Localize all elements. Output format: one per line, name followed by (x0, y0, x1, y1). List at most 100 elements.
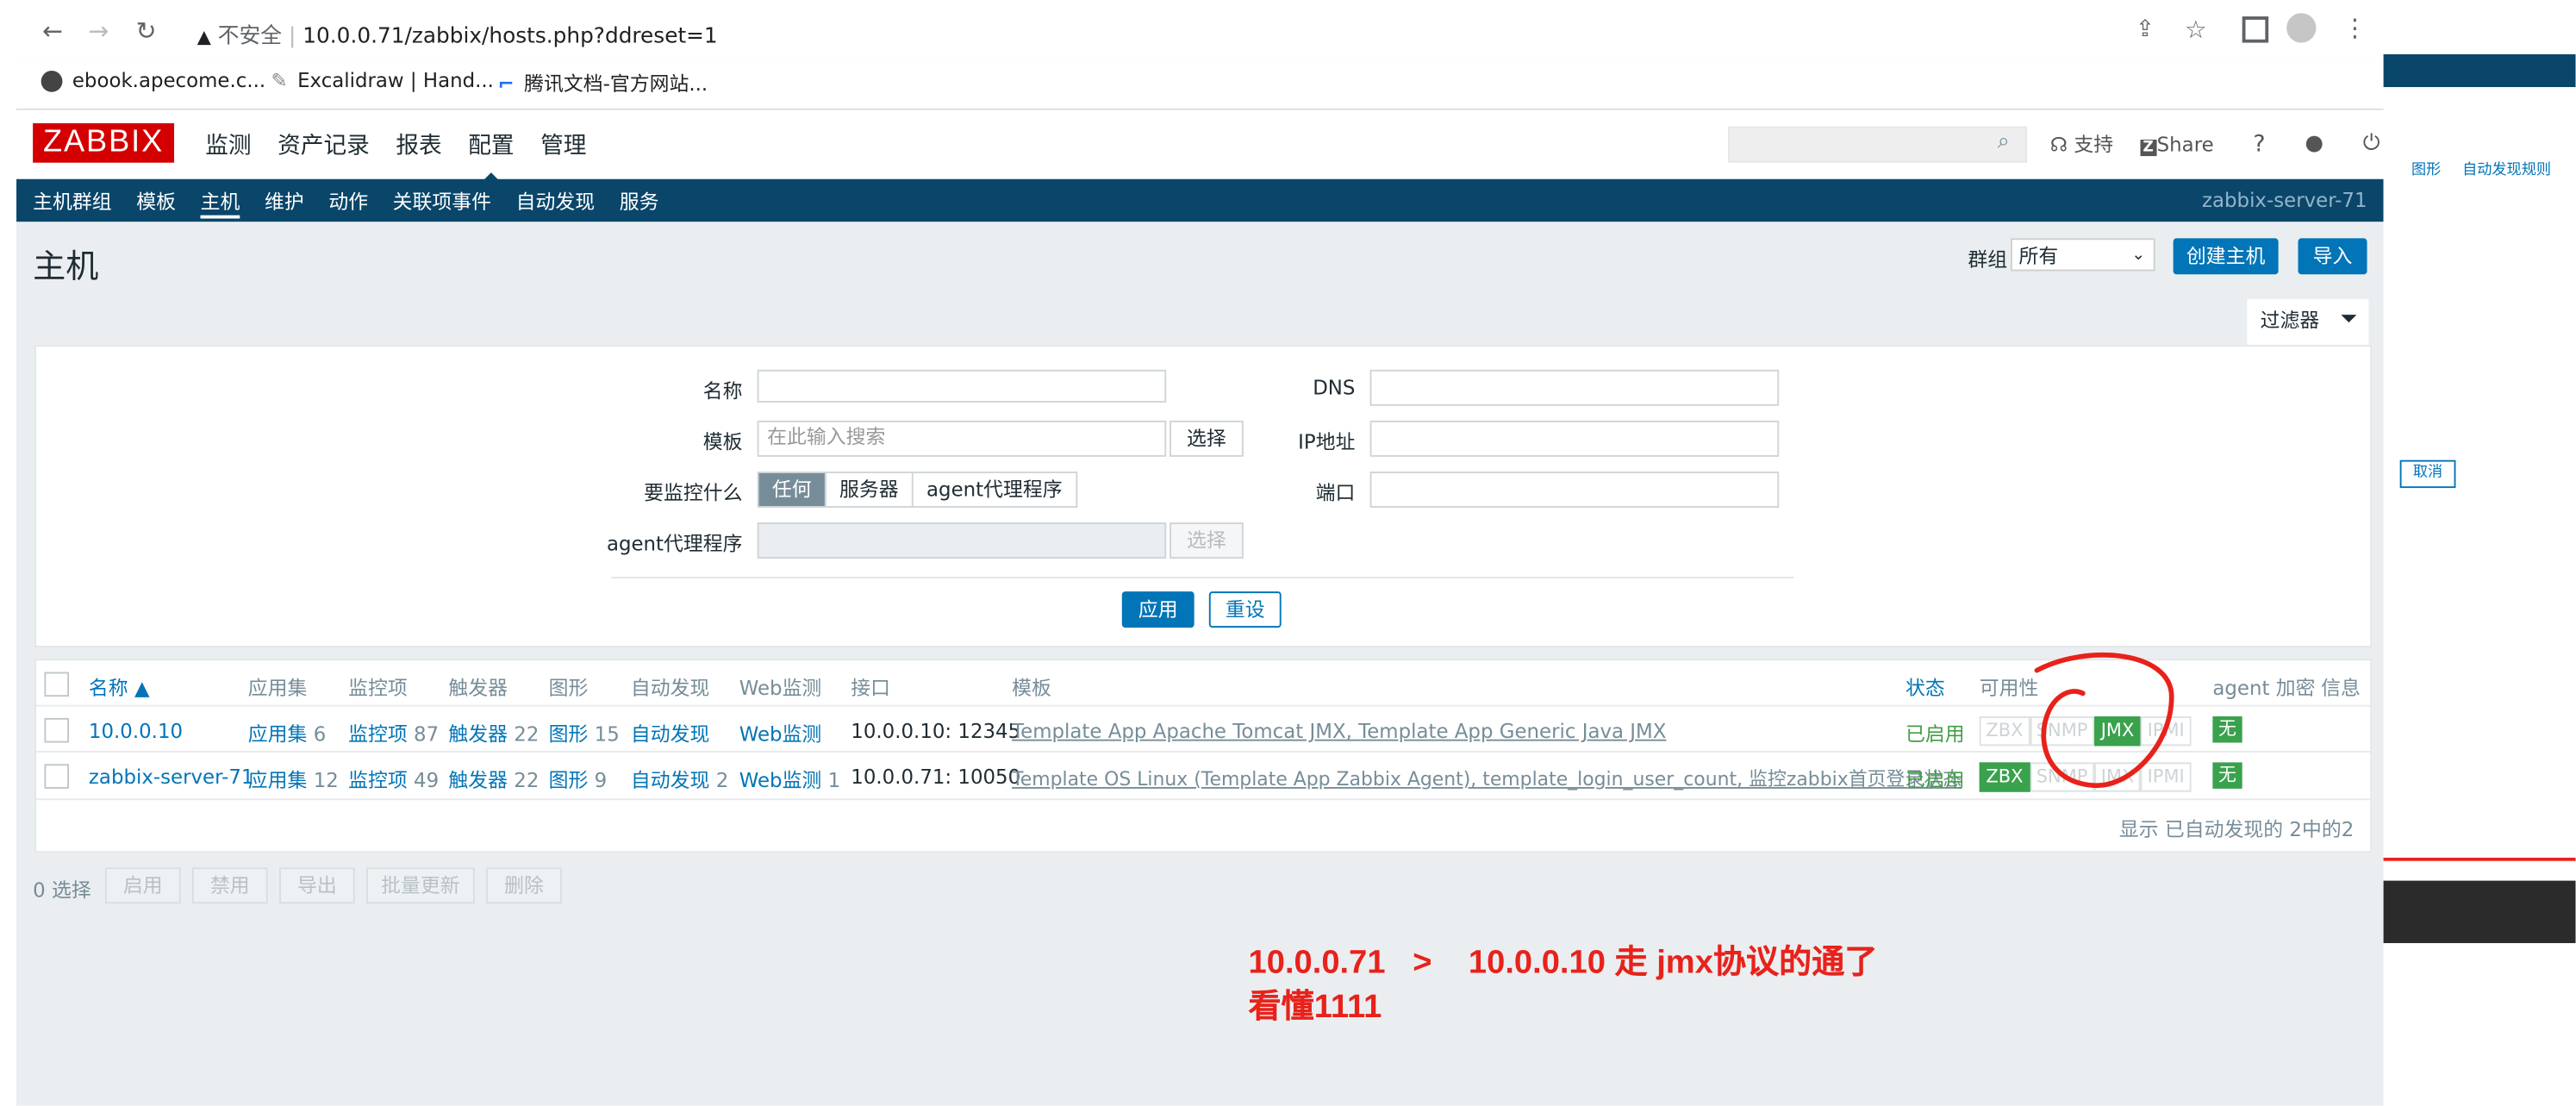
applications-link[interactable]: 应用集 (248, 769, 308, 792)
enable-button[interactable]: 启用 (104, 867, 181, 904)
user-profile-icon[interactable]: ● (2305, 131, 2323, 156)
filter-monitor-label: 要监控什么 (644, 481, 743, 505)
hosts-table: 名称 ▲ 应用集 监控项 触发器 图形 自动发现 Web监测 接口 模板 状态 … (34, 652, 2373, 853)
bg-nav-bar (2383, 53, 2576, 88)
monitor-option-any[interactable]: 任何 (758, 472, 826, 507)
bookmarks-bar: ebook.apecome.c... ✎ Excalidraw | Hand...… (16, 62, 2384, 110)
host-name-link[interactable]: 10.0.0.10 (89, 720, 183, 743)
col-items: 监控项 (348, 677, 408, 700)
discovery-link[interactable]: 自动发现 (631, 723, 710, 747)
bookmark-star-icon[interactable]: ☆ (2185, 15, 2207, 44)
profile-icon[interactable] (2286, 13, 2317, 43)
group-select-value: 所有 (2018, 244, 2059, 268)
col-status[interactable]: 状态 (1905, 673, 1945, 701)
filter-template-input[interactable]: 在此输入搜索 (757, 420, 1167, 457)
subnav-correlation[interactable]: 关联项事件 (393, 187, 491, 218)
applications-link[interactable]: 应用集 (248, 723, 308, 747)
back-icon[interactable]: ← (40, 18, 65, 44)
share-label: Share (2156, 132, 2214, 156)
mass-update-button[interactable]: 批量更新 (366, 867, 475, 904)
col-web: Web监测 (739, 677, 822, 700)
status-link[interactable]: 已启用 (1905, 720, 1965, 747)
graphs-link[interactable]: 图形 (549, 723, 589, 747)
filter-ip-input[interactable] (1369, 420, 1780, 457)
zabbix-header: ZABBIX 监测 资产记录 报表 配置 管理 ⌕ ☊ 支持 Z Share ? … (16, 109, 2384, 183)
filter-reset-button[interactable]: 重设 (1208, 591, 1282, 628)
bookmark-tencent-docs[interactable]: ⌐ 腾讯文档-官方网站... (498, 69, 708, 97)
graphs-link[interactable]: 图形 (549, 769, 589, 792)
subnav-services[interactable]: 服务 (620, 187, 659, 218)
subnav-maintenance[interactable]: 维护 (265, 187, 304, 218)
address-bar[interactable]: ▲ 不安全 | 10.0.0.71/zabbix/hosts.php?ddres… (196, 11, 2367, 53)
help-link[interactable]: ? (2253, 131, 2265, 157)
sidepanel-icon[interactable] (2242, 16, 2269, 43)
subnav-discovery[interactable]: 自动发现 (516, 187, 596, 218)
search-icon[interactable]: ⌕ (1998, 130, 2010, 155)
import-button[interactable]: 导入 (2298, 238, 2367, 275)
selected-count: 0 选择 (33, 878, 91, 903)
items-link[interactable]: 监控项 (348, 723, 408, 747)
triggers-cell: 触发器 22 (448, 720, 539, 747)
monitor-option-proxy[interactable]: agent代理程序 (914, 473, 1076, 506)
col-graphs: 图形 (548, 677, 589, 700)
delete-button[interactable]: 删除 (486, 867, 562, 904)
share-link[interactable]: Z Share (2139, 132, 2214, 156)
filter-dns-input[interactable] (1369, 369, 1780, 406)
filter-name-input[interactable] (757, 369, 1167, 403)
web-link[interactable]: Web监测 (739, 769, 822, 792)
create-host-button[interactable]: 创建主机 (2173, 238, 2279, 275)
host-name-link[interactable]: zabbix-server-71 (89, 765, 254, 789)
browser-menu-icon[interactable]: ⋮ (2342, 13, 2367, 42)
templates-cell[interactable]: Template OS Linux (Template App Zabbix A… (1012, 765, 1962, 791)
menu-configuration[interactable]: 配置 (468, 128, 515, 183)
status-link[interactable]: 已启用 (1905, 765, 1965, 793)
row-checkbox[interactable] (44, 717, 70, 743)
zabbix-logo[interactable]: ZABBIX (33, 122, 175, 163)
menu-reports[interactable]: 报表 (396, 128, 441, 161)
monitor-option-server[interactable]: 服务器 (826, 472, 914, 507)
row-checkbox[interactable] (44, 764, 70, 789)
menu-monitoring[interactable]: 监测 (205, 128, 251, 161)
triggers-cell: 触发器 22 (448, 765, 539, 793)
triggers-link[interactable]: 触发器 (448, 769, 508, 792)
filter-port-input[interactable] (1369, 472, 1780, 508)
templates-cell[interactable]: Template App Apache Tomcat JMX, Template… (1012, 720, 1666, 743)
share-page-icon[interactable]: ⇪ (2136, 16, 2155, 42)
tencent-docs-icon: ⌐ (497, 71, 515, 95)
filter-panel: 名称 模板 在此输入搜索 选择 要监控什么 任何 服务器 agent代理程序 a… (34, 345, 2373, 647)
web-count: 1 (827, 769, 841, 792)
filter-apply-button[interactable]: 应用 (1121, 591, 1194, 628)
items-link[interactable]: 监控项 (348, 769, 408, 792)
forward-icon[interactable]: → (85, 18, 111, 44)
col-name[interactable]: 名称 ▲ (89, 673, 150, 701)
col-applications: 应用集 (247, 677, 308, 700)
select-all-checkbox[interactable] (44, 672, 70, 697)
bookmark-excalidraw[interactable]: ✎ Excalidraw | Hand... (271, 69, 493, 92)
subnav-templates[interactable]: 模板 (136, 187, 176, 218)
discovery-link[interactable]: 自动发现 (631, 769, 710, 792)
web-link[interactable]: Web监测 (739, 723, 822, 747)
reload-icon[interactable]: ↻ (133, 18, 159, 44)
filter-proxy-select-button[interactable]: 选择 (1169, 522, 1244, 559)
support-link[interactable]: ☊ 支持 (2050, 130, 2113, 158)
warning-icon: ▲ (196, 26, 211, 48)
bg-cancel-button: 取消 (2399, 459, 2456, 489)
subnav-actions[interactable]: 动作 (328, 187, 368, 218)
sign-out-icon[interactable]: ⏻ (2363, 131, 2380, 156)
triggers-link[interactable]: 触发器 (448, 723, 508, 747)
subnav-hosts[interactable]: 主机 (200, 187, 240, 219)
subnav-host-groups[interactable]: 主机群组 (33, 187, 112, 218)
group-select[interactable]: 所有 ⌄ (2010, 238, 2155, 272)
graphs-count: 9 (594, 769, 608, 792)
menu-inventory[interactable]: 资产记录 (278, 128, 370, 161)
filter-tab[interactable]: 过滤器 ⏷ (2247, 298, 2369, 346)
global-search-input[interactable] (1728, 126, 2028, 163)
filter-proxy-input[interactable] (757, 522, 1167, 559)
bookmark-ebook[interactable]: ebook.apecome.c... (41, 69, 265, 92)
export-button[interactable]: 导出 (279, 867, 355, 904)
bg-link-discovery: 自动发现规则 (2462, 162, 2552, 179)
support-label: 支持 (2074, 133, 2114, 157)
menu-administration[interactable]: 管理 (540, 128, 586, 161)
disable-button[interactable]: 禁用 (192, 867, 268, 904)
annotation-line-2: 看懂1111 (1248, 989, 1382, 1026)
